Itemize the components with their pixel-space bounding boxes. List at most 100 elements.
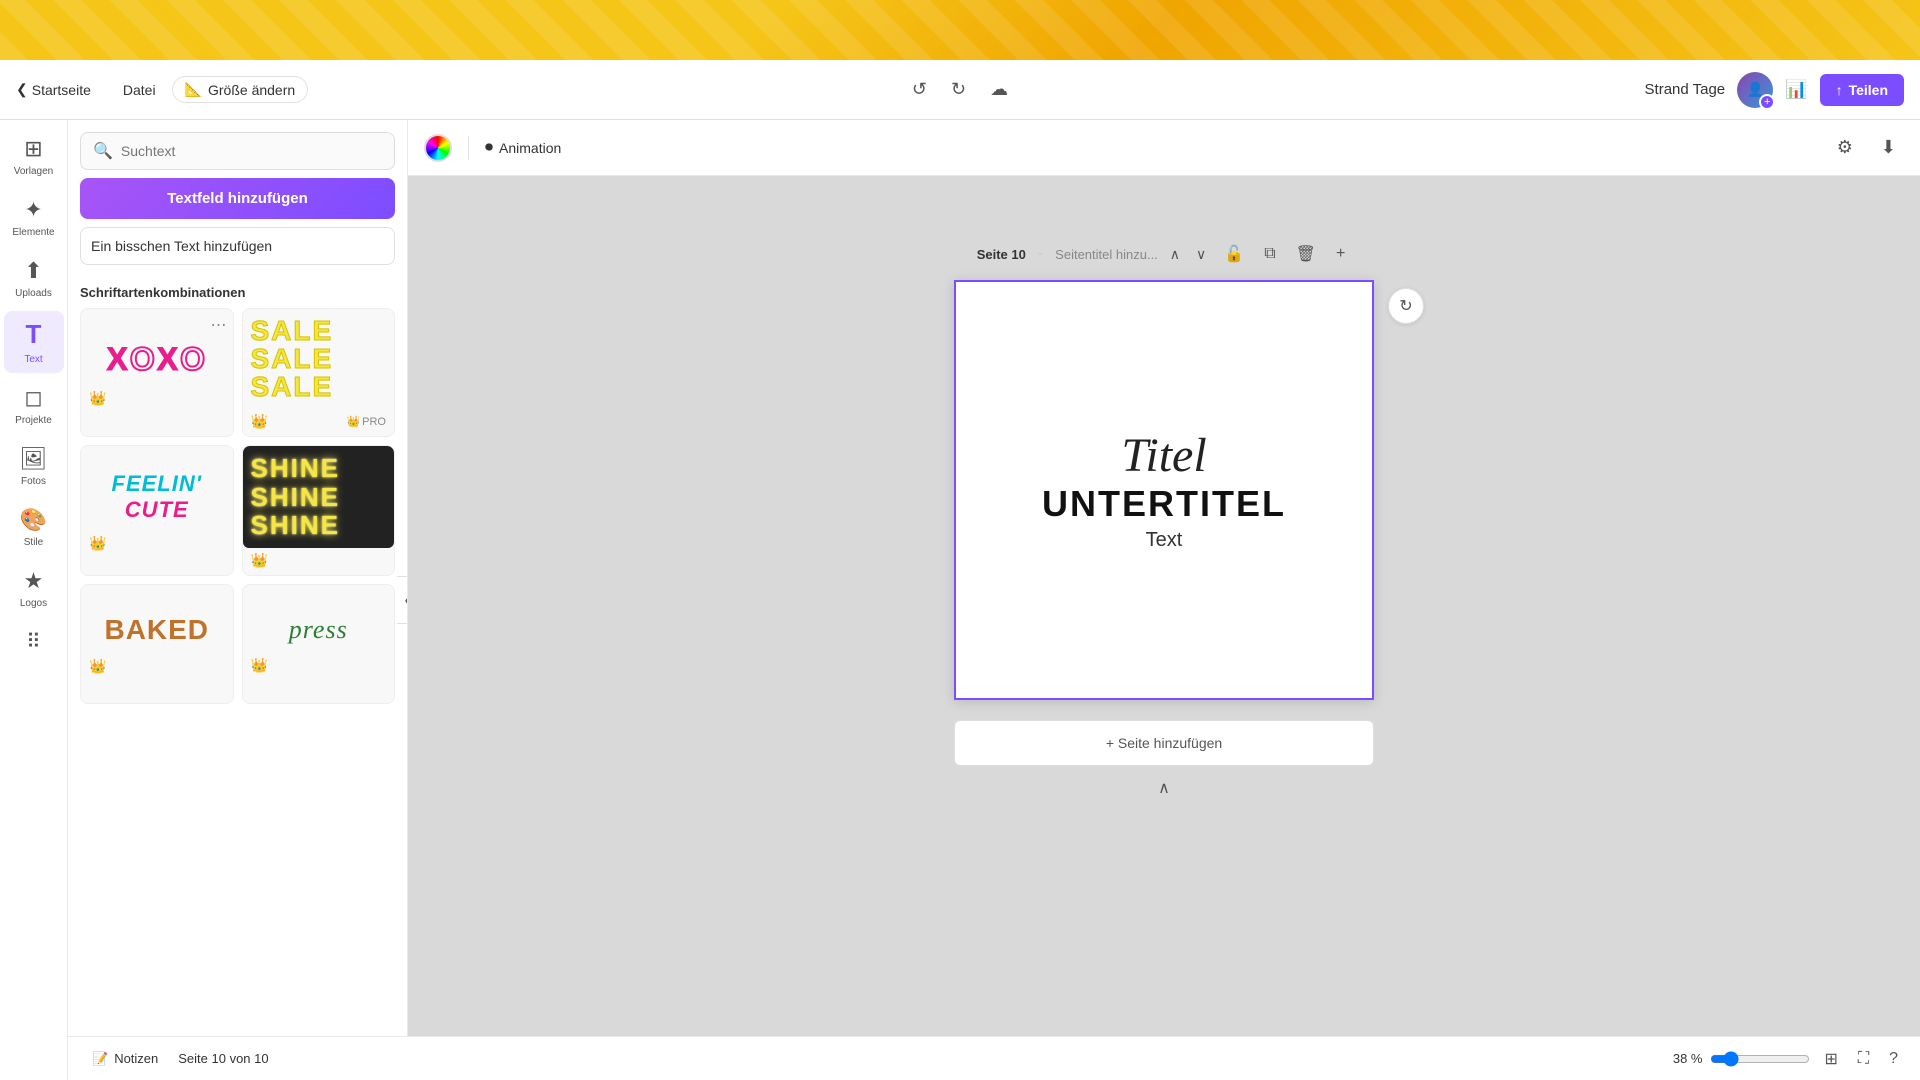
feelin-footer: 👑 <box>81 531 233 558</box>
page-delete-button[interactable]: 🗑 <box>1290 240 1322 268</box>
xoxo-letter-o1: O <box>130 341 157 377</box>
toolbar-separator <box>468 136 469 160</box>
baked-text: BAKED <box>104 614 209 645</box>
page-lock-button[interactable]: 🔓 <box>1218 240 1250 268</box>
search-input[interactable] <box>121 143 382 159</box>
baked-footer: 👑 <box>81 654 233 681</box>
left-panel: 🔍 Textfeld hinzufügen Ein bisschen Text … <box>68 120 408 1080</box>
page-nav-down[interactable]: ∨ <box>1192 244 1210 265</box>
header-center: ↺ ↻ ☁ <box>904 75 1016 104</box>
canvas-toolbar: ⏺ Animation ⚙ ⬇ <box>408 120 1920 176</box>
groesse-button[interactable]: 📐 Größe ändern <box>172 76 309 103</box>
sidebar-item-vorlagen[interactable]: ⊞ Vorlagen <box>4 128 64 185</box>
crown-icon-sale: 👑 <box>251 413 268 430</box>
crown-icon-shine: 👑 <box>251 552 268 569</box>
sidebar-item-text[interactable]: T Text <box>4 311 64 373</box>
sale-line-2: SALE <box>251 345 334 373</box>
groesse-label: Größe ändern <box>208 82 295 98</box>
download-button[interactable]: ⬇ <box>1873 129 1904 166</box>
share-button[interactable]: ↑ Teilen <box>1820 74 1904 106</box>
zoom-area: 38 % ⊞ ⛶ ? <box>1673 1045 1904 1073</box>
zoom-label: 38 % <box>1673 1051 1703 1066</box>
sidebar-item-uploads[interactable]: ⬆ Uploads <box>4 250 64 307</box>
sidebar-item-elemente[interactable]: ✦ Elemente <box>4 189 64 246</box>
fullscreen-button[interactable]: ⛶ <box>1852 1046 1875 1072</box>
font-card-xoxo[interactable]: ⋯ XOXO 👑 <box>80 308 234 437</box>
animation-play-icon: ⏺ <box>485 139 493 157</box>
press-footer: 👑 <box>243 653 395 680</box>
bottom-bar: 📝 Notizen Seite 10 von 10 38 % ⊞ ⛶ ? <box>408 1036 1920 1080</box>
font-card-shine[interactable]: SHINE SHINE SHINE 👑 <box>242 445 396 576</box>
page-nav-up[interactable]: ∧ <box>1166 244 1184 265</box>
add-textfield-button[interactable]: Textfeld hinzufügen <box>80 178 395 219</box>
filter-button[interactable]: ⚙ <box>1829 129 1861 166</box>
undo-button[interactable]: ↺ <box>904 75 935 104</box>
canvas-body-text[interactable]: Text <box>1146 529 1183 552</box>
fotos-icon: 🖼 <box>20 446 48 472</box>
font-combinations-section-title: Schriftartenkombinationen <box>68 277 407 308</box>
color-picker-button[interactable] <box>424 134 452 162</box>
page-scroll-up-button[interactable]: ∧ <box>1154 774 1174 802</box>
sidebar-item-apps[interactable]: ⠿ <box>4 621 64 666</box>
panel-scroll: ⋯ XOXO 👑 SALE SALE <box>68 308 407 1080</box>
sidebar-item-stile[interactable]: 🎨 Stile <box>4 499 64 556</box>
canvas-area: ⏺ Animation ⚙ ⬇ Seite 10 - Seitentitel h… <box>408 120 1920 1080</box>
zoom-slider[interactable] <box>1710 1051 1810 1067</box>
font-card-press[interactable]: press 👑 <box>242 584 396 704</box>
project-name: Strand Tage <box>1645 81 1726 98</box>
chart-icon[interactable]: 📊 <box>1785 79 1807 100</box>
animation-button[interactable]: ⏺ Animation <box>485 139 561 157</box>
redo-button[interactable]: ↻ <box>943 75 974 104</box>
back-button[interactable]: ❮ Startseite <box>16 81 91 98</box>
font-card-baked[interactable]: BAKED 👑 <box>80 584 234 704</box>
refresh-button[interactable]: ↻ <box>1388 288 1424 324</box>
shine-footer: 👑 <box>243 548 395 575</box>
font-card-feelin[interactable]: FEELIN' CUTE 👑 <box>80 445 234 576</box>
xoxo-letter-x1: X <box>107 341 130 377</box>
feelin-line1: FEELIN' <box>89 471 225 497</box>
page-subtitle: Seitentitel hinzu... <box>1055 247 1158 262</box>
page-title-bar: Seite 10 - Seitentitel hinzu... ∧ ∨ 🔓 ⧉ … <box>965 236 1364 272</box>
xoxo-letter-o2: O <box>180 341 207 377</box>
header: ❮ Startseite Datei 📐 Größe ändern ↺ ↻ ☁ … <box>0 60 1920 120</box>
sidebar-label-elemente: Elemente <box>12 227 54 238</box>
share-icon: ↑ <box>1836 82 1843 98</box>
pro-crown-icon: 👑 <box>346 415 360 428</box>
share-label: Teilen <box>1849 82 1888 98</box>
cloud-save-button[interactable]: ☁ <box>982 75 1016 104</box>
press-content: press <box>243 607 395 653</box>
apps-icon: ⠿ <box>26 629 41 654</box>
shine-line-3: SHINE <box>251 511 340 540</box>
font-card-sale[interactable]: SALE SALE SALE 👑 👑 PRO <box>242 308 396 437</box>
animation-label: Animation <box>499 140 561 156</box>
canvas-document[interactable]: Titel UNTERTITEL Text <box>954 280 1374 700</box>
canvas-viewport[interactable]: Seite 10 - Seitentitel hinzu... ∧ ∨ 🔓 ⧉ … <box>408 176 1920 1080</box>
font-grid: ⋯ XOXO 👑 SALE SALE <box>68 308 407 716</box>
page-add-button[interactable]: + <box>1330 241 1351 267</box>
avatar-wrapper[interactable]: 👤 + <box>1737 72 1773 108</box>
main-layout: ⊞ Vorlagen ✦ Elemente ⬆ Uploads T Text ◻… <box>0 120 1920 1080</box>
canvas-title-text[interactable]: Titel <box>1121 428 1206 483</box>
sidebar-item-fotos[interactable]: 🖼 Fotos <box>4 438 64 495</box>
more-options-button-xoxo[interactable]: ⋯ <box>211 315 227 335</box>
baked-content: BAKED <box>81 606 233 654</box>
collapse-panel-button[interactable]: ❮ <box>397 576 408 624</box>
sidebar-item-logos[interactable]: ★ Logos <box>4 560 64 617</box>
page-copy-button[interactable]: ⧉ <box>1258 241 1281 267</box>
grid-view-button[interactable]: ⊞ <box>1818 1045 1843 1073</box>
sale-content: SALE SALE SALE <box>243 309 395 409</box>
projekte-icon: ◻ <box>24 385 42 411</box>
add-page-button[interactable]: + Seite hinzufügen <box>954 720 1374 766</box>
sidebar-icons: ⊞ Vorlagen ✦ Elemente ⬆ Uploads T Text ◻… <box>0 120 68 1080</box>
xoxo-content: XOXO <box>81 333 233 386</box>
help-button[interactable]: ? <box>1883 1046 1904 1072</box>
add-small-text-button[interactable]: Ein bisschen Text hinzufügen <box>80 227 395 265</box>
sidebar-item-projekte[interactable]: ◻ Projekte <box>4 377 64 434</box>
canvas-subtitle-text[interactable]: UNTERTITEL <box>1042 483 1286 525</box>
sidebar-label-vorlagen: Vorlagen <box>14 166 53 177</box>
crown-icon-feelin: 👑 <box>89 535 106 552</box>
sale-footer: 👑 👑 PRO <box>243 409 395 436</box>
crown-icon-xoxo: 👑 <box>89 390 106 407</box>
datei-button[interactable]: Datei <box>115 78 164 102</box>
back-label: Startseite <box>32 82 91 98</box>
